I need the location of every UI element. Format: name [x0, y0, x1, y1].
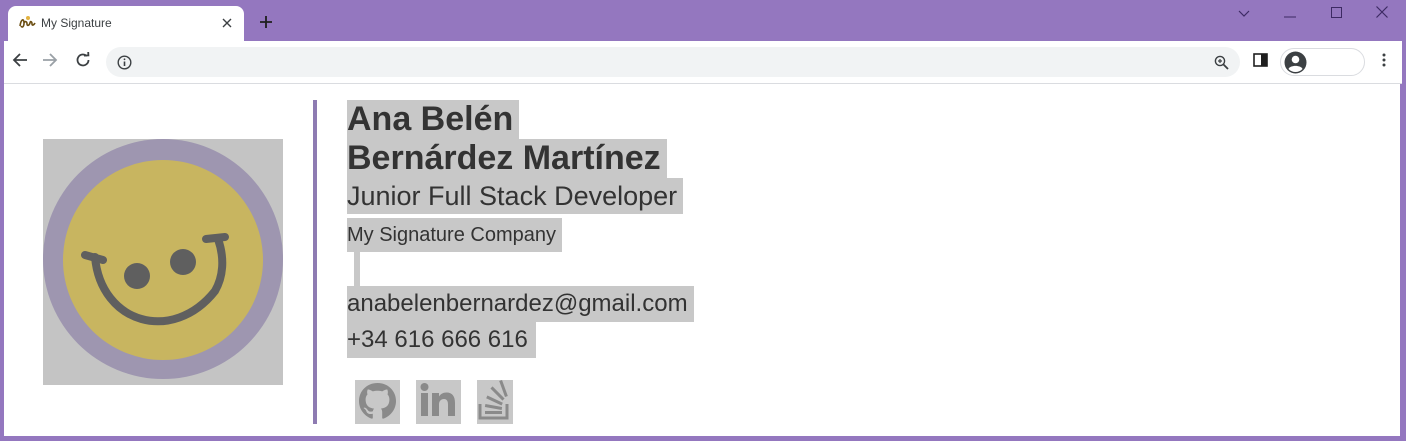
phone-number[interactable]: +34 616 666 616: [347, 322, 536, 358]
linkedin-link[interactable]: [416, 380, 461, 424]
page-content: Ana Belén Bernárdez Martínez Junior Full…: [4, 84, 1400, 436]
browser-toolbar: [4, 41, 1402, 84]
stackoverflow-link[interactable]: [477, 380, 513, 424]
name-second-line: Bernárdez Martínez: [347, 139, 667, 178]
menu-button[interactable]: [1370, 48, 1398, 76]
vertical-divider: [313, 100, 317, 424]
back-button[interactable]: [6, 48, 34, 76]
tab-title: My Signature: [41, 16, 112, 30]
chevron-down-icon: [1238, 5, 1250, 23]
avatar: [43, 139, 283, 385]
company-name: My Signature Company: [347, 218, 562, 252]
plus-icon: [259, 15, 273, 34]
address-bar[interactable]: [106, 47, 1240, 77]
maximize-icon: [1330, 5, 1342, 23]
tab-strip: My Signature: [0, 0, 1406, 41]
name-first-line: Ana Belén: [347, 100, 520, 139]
stackoverflow-icon: [477, 380, 513, 424]
forward-button[interactable]: [36, 48, 64, 76]
new-tab-button[interactable]: [254, 12, 278, 36]
email-link[interactable]: anabelenbernardez@gmail.com: [347, 286, 694, 322]
github-icon: [355, 380, 400, 424]
browser-window: My Signature Ana Belén Bernárdez Martíne…: [0, 0, 1406, 441]
profile-button[interactable]: [1280, 48, 1365, 76]
kebab-menu-icon: [1382, 53, 1386, 72]
smiley-face-icon: [43, 139, 283, 379]
reload-icon: [75, 51, 91, 73]
spacer-block: [354, 252, 360, 286]
side-panel-button[interactable]: [1246, 48, 1274, 76]
side-panel-icon: [1252, 52, 1268, 72]
minimize-button[interactable]: [1267, 0, 1313, 28]
back-arrow-icon: [12, 52, 28, 73]
reload-button[interactable]: [69, 48, 97, 76]
minimize-icon: [1284, 5, 1296, 23]
tab-search-button[interactable]: [1221, 0, 1267, 28]
linkedin-icon: [416, 380, 461, 424]
maximize-button[interactable]: [1313, 0, 1359, 28]
job-title: Junior Full Stack Developer: [347, 178, 684, 214]
tab-my-signature[interactable]: My Signature: [8, 6, 244, 41]
info-icon[interactable]: [115, 53, 133, 71]
forward-arrow-icon: [42, 52, 58, 73]
signature-favicon-icon: [18, 14, 36, 32]
close-icon: [1376, 5, 1388, 23]
tab-close-icon[interactable]: [218, 14, 236, 32]
github-link[interactable]: [355, 380, 400, 424]
close-window-button[interactable]: [1359, 0, 1405, 28]
zoom-icon[interactable]: [1212, 53, 1230, 71]
profile-icon: [1284, 51, 1307, 79]
